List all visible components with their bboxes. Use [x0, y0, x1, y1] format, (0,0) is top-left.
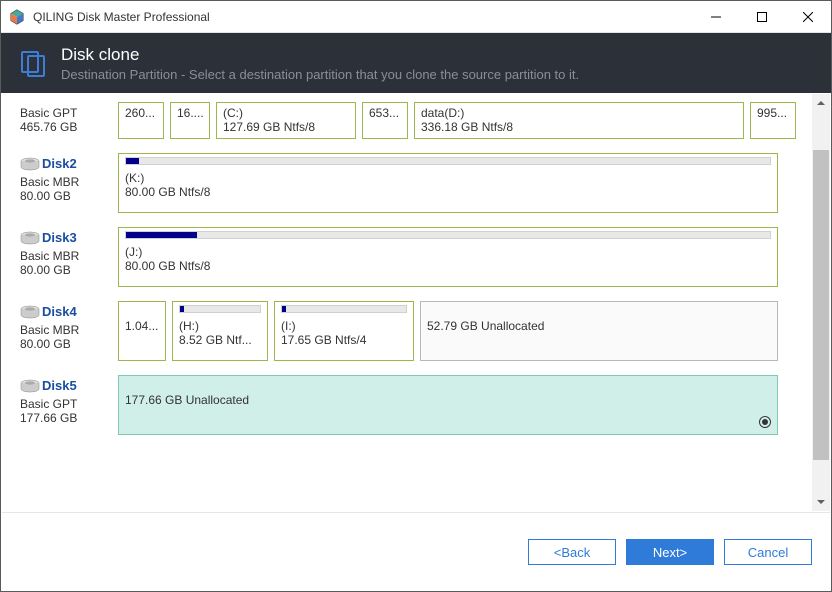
- selected-radio-icon: [759, 416, 771, 428]
- disk-type: Basic MBR: [20, 323, 112, 337]
- disk-info: Disk2 Basic MBR80.00 GB: [20, 153, 112, 213]
- partition-drive-letter: (K:): [125, 171, 771, 185]
- disk-name: Disk3: [42, 230, 77, 245]
- next-button[interactable]: Next>: [626, 539, 714, 565]
- partition-size-label: 80.00 GB Ntfs/8: [125, 185, 771, 199]
- partition-size-label: 80.00 GB Ntfs/8: [125, 259, 771, 273]
- disk-size: 80.00 GB: [20, 263, 112, 277]
- partition[interactable]: 653...: [362, 102, 408, 139]
- disk-size: 465.76 GB: [20, 120, 112, 134]
- partition-size-label: 127.69 GB Ntfs/8: [223, 120, 349, 134]
- partition-drive-letter: (I:): [281, 319, 407, 333]
- partition[interactable]: (H:)8.52 GB Ntf...: [172, 301, 268, 361]
- partition[interactable]: 16....: [170, 102, 210, 139]
- partition[interactable]: (J:)80.00 GB Ntfs/8: [118, 227, 778, 287]
- partition[interactable]: (I:)17.65 GB Ntfs/4: [274, 301, 414, 361]
- minimize-button[interactable]: [693, 1, 739, 33]
- disk-info: Disk5 Basic GPT177.66 GB: [20, 375, 112, 435]
- partition-size-label: 8.52 GB Ntf...: [179, 333, 261, 347]
- scrollbar[interactable]: [812, 94, 830, 511]
- disk-row: Disk5 Basic GPT177.66 GB 177.66 GB Unalloc…: [20, 375, 818, 435]
- disk-size: 80.00 GB: [20, 337, 112, 351]
- disk-name: Disk4: [42, 304, 77, 319]
- hdd-icon: [20, 379, 40, 393]
- partition-size-label: 52.79 GB Unallocated: [427, 319, 771, 333]
- partition-unallocated[interactable]: 52.79 GB Unallocated: [420, 301, 778, 361]
- scrollbar-thumb[interactable]: [813, 150, 829, 460]
- usage-bar: [281, 305, 407, 313]
- partition-size-label: 653...: [369, 106, 401, 120]
- disk-info: Basic GPT465.76 GB: [20, 102, 112, 139]
- window-title: QILING Disk Master Professional: [33, 10, 693, 24]
- disk-type: Basic GPT: [20, 106, 112, 120]
- wizard-footer: <Back Next> Cancel: [2, 512, 830, 591]
- partition-size-label: 17.65 GB Ntfs/4: [281, 333, 407, 347]
- disk-type: Basic MBR: [20, 175, 112, 189]
- usage-bar: [179, 305, 261, 313]
- disk-clone-icon: [19, 49, 47, 77]
- partition-size-label: 260...: [125, 106, 157, 120]
- disk-row: Disk3 Basic MBR80.00 GB (J:)80.00 GB Ntfs/…: [20, 227, 818, 287]
- disk-type: Basic MBR: [20, 249, 112, 263]
- disk-row: Disk4 Basic MBR80.00 GB 1.04... (H:)8.52 GB…: [20, 301, 818, 361]
- close-button[interactable]: [785, 1, 831, 33]
- partition-selected[interactable]: 177.66 GB Unallocated: [118, 375, 778, 435]
- partition-group: (J:)80.00 GB Ntfs/8: [118, 227, 818, 287]
- partition[interactable]: 995...: [750, 102, 796, 139]
- partition-size-label: 336.18 GB Ntfs/8: [421, 120, 737, 134]
- partition-drive-letter: (J:): [125, 245, 771, 259]
- partition-drive-letter: (H:): [179, 319, 261, 333]
- usage-bar-fill: [282, 306, 286, 312]
- hdd-icon: [20, 157, 40, 171]
- cancel-button[interactable]: Cancel: [724, 539, 812, 565]
- usage-bar: [125, 157, 771, 165]
- partition-group: (K:)80.00 GB Ntfs/8: [118, 153, 818, 213]
- app-logo-icon: [9, 9, 25, 25]
- titlebar: QILING Disk Master Professional: [1, 1, 831, 33]
- disk-name: Disk2: [42, 156, 77, 171]
- partition[interactable]: 1.04...: [118, 301, 166, 361]
- partition[interactable]: data(D:)336.18 GB Ntfs/8: [414, 102, 744, 139]
- usage-bar: [125, 231, 771, 239]
- partition-group: 1.04...(H:)8.52 GB Ntf...(I:)17.65 GB Nt…: [118, 301, 818, 361]
- scroll-down-icon[interactable]: [812, 493, 830, 511]
- usage-bar-fill: [126, 232, 197, 238]
- partition-group: 260... 16.... (C:)127.69 GB Ntfs/8 653... da…: [118, 102, 818, 139]
- partition-size-label: 16....: [177, 106, 203, 120]
- partition[interactable]: (K:)80.00 GB Ntfs/8: [118, 153, 778, 213]
- partition-size-label: 177.66 GB Unallocated: [125, 393, 771, 407]
- usage-bar-fill: [180, 306, 184, 312]
- disk-name: Disk5: [42, 378, 77, 393]
- partition-size-label: 995...: [757, 106, 789, 120]
- page-header: Disk clone Destination Partition - Selec…: [1, 33, 831, 93]
- disk-size: 177.66 GB: [20, 411, 112, 425]
- hdd-icon: [20, 231, 40, 245]
- hdd-icon: [20, 305, 40, 319]
- disk-info: Disk4 Basic MBR80.00 GB: [20, 301, 112, 361]
- back-button[interactable]: <Back: [528, 539, 616, 565]
- partition-size-label: 1.04...: [125, 319, 159, 333]
- disk-row: Disk2 Basic MBR80.00 GB (K:)80.00 GB Ntfs/…: [20, 153, 818, 213]
- partition[interactable]: (C:)127.69 GB Ntfs/8: [216, 102, 356, 139]
- page-title: Disk clone: [61, 45, 579, 65]
- partition[interactable]: 260...: [118, 102, 164, 139]
- usage-bar-fill: [126, 158, 139, 164]
- disk-row: Basic GPT465.76 GB 260... 16.... (C:)127.69…: [20, 102, 818, 139]
- disk-type: Basic GPT: [20, 397, 112, 411]
- partition-drive-letter: (C:): [223, 106, 349, 120]
- scroll-up-icon[interactable]: [812, 94, 830, 112]
- maximize-button[interactable]: [739, 1, 785, 33]
- partition-group: 177.66 GB Unallocated: [118, 375, 818, 435]
- disk-size: 80.00 GB: [20, 189, 112, 203]
- disk-info: Disk3 Basic MBR80.00 GB: [20, 227, 112, 287]
- disk-list: Basic GPT465.76 GB260...16....(C:)127.69…: [2, 94, 830, 511]
- partition-drive-letter: data(D:): [421, 106, 737, 120]
- page-subtitle: Destination Partition - Select a destina…: [61, 67, 579, 82]
